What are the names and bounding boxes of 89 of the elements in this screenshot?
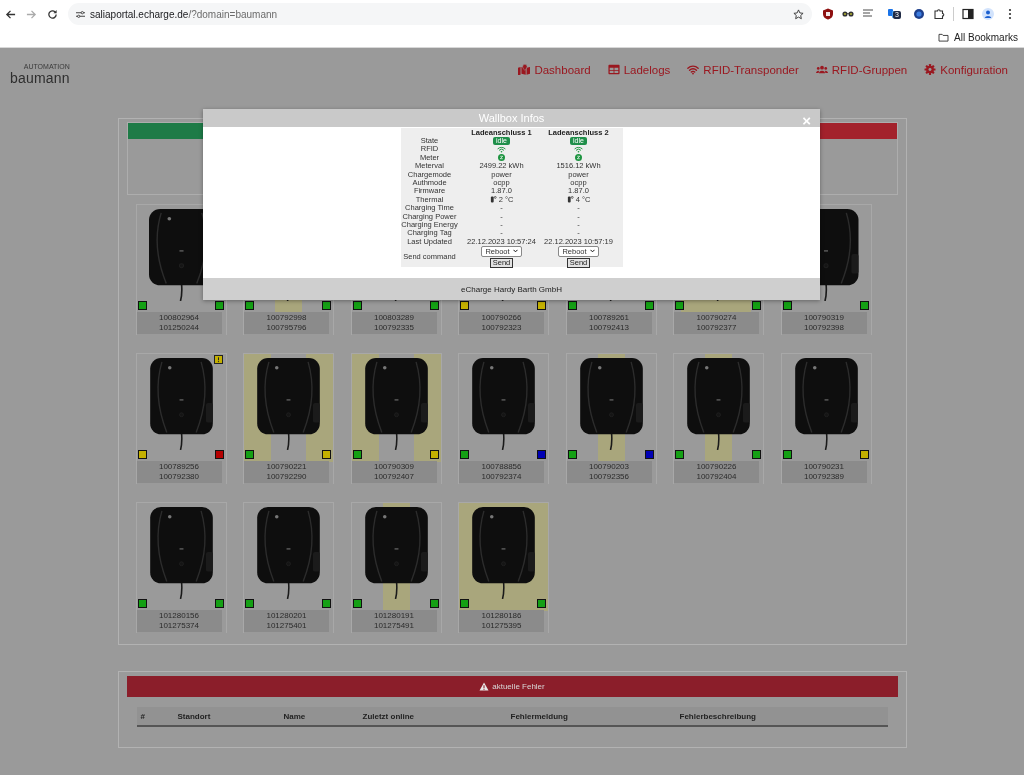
serial-number: 100792374: [481, 472, 522, 482]
warning-triangle-icon: [479, 682, 490, 691]
wallbox-card[interactable]: 100788856 100792374: [458, 353, 549, 484]
caret-icon: [512, 249, 518, 254]
map-marker-icon: [518, 64, 531, 75]
serial-number: 100792290: [266, 472, 307, 482]
users-icon: [815, 64, 828, 75]
table-icon: [607, 64, 620, 75]
serial-number: 100792380: [158, 472, 199, 482]
wallbox-card[interactable]: 101280186 101275395: [458, 502, 549, 633]
wifi-icon: [687, 64, 700, 75]
nav-link[interactable]: Ladelogs: [607, 63, 671, 76]
wallbox-card[interactable]: 100789256 100792380: [135, 353, 227, 484]
wallbox-card[interactable]: 100790309 100792407: [350, 353, 442, 484]
serial-number: 101280201: [266, 611, 307, 621]
circle-icon[interactable]: [913, 8, 925, 20]
back-icon[interactable]: [5, 8, 16, 20]
serial-number: 100792998: [266, 313, 307, 323]
caret-icon: [589, 249, 595, 254]
serial-number: 101275401: [266, 621, 307, 631]
reload-icon[interactable]: [47, 8, 58, 20]
sliders-icon[interactable]: [76, 9, 85, 19]
serial-number: 100790221: [266, 462, 307, 472]
serial-number: 101280186: [481, 611, 522, 621]
column-header[interactable]: Zuletzt online: [358, 711, 507, 721]
serial-number: 100790203: [588, 462, 629, 472]
nav-link[interactable]: RFID-Gruppen: [815, 63, 908, 76]
column-header[interactable]: Fehlerbeschreibung: [675, 711, 888, 721]
wallbox-card[interactable]: 101280201 101275401: [243, 502, 334, 633]
serial-number: 101275395: [481, 621, 522, 631]
wifi-icon: [574, 146, 583, 154]
serial-number: 100792335: [373, 323, 414, 333]
wallbox-card[interactable]: 100790203 100792356: [565, 353, 657, 484]
wallbox-card[interactable]: 101280191 101275491: [350, 502, 442, 633]
serial-number: 100792413: [588, 323, 629, 333]
errors-title: aktuelle Fehler: [492, 682, 545, 691]
footer-text: eCharge Hardy Barth GmbH: [461, 284, 562, 294]
shield-icon[interactable]: [822, 8, 834, 20]
serial-number: 100792356: [588, 472, 629, 482]
nav-link[interactable]: Konfiguration: [924, 63, 1008, 76]
column-header[interactable]: #: [136, 711, 174, 721]
wallbox-card[interactable]: 100790226 100792404: [673, 353, 764, 484]
serial-number: 100803289: [373, 313, 414, 323]
address-bar[interactable]: saliaportal.echarge.de/?domain=baumann: [68, 3, 812, 25]
circle-icon: [498, 154, 505, 162]
serial-number: 101250244: [158, 323, 199, 333]
serial-number: 100802964: [158, 313, 199, 323]
wallbox-card[interactable]: 100790231 100792389: [780, 353, 872, 484]
profile-icon[interactable]: [982, 8, 994, 20]
serial-number: 100790274: [696, 313, 737, 323]
serial-number: 100792377: [696, 323, 737, 333]
serial-number: 101275491: [373, 621, 414, 631]
serial-number: 100790226: [696, 462, 737, 472]
puzzle-icon[interactable]: [933, 8, 945, 20]
url-text[interactable]: saliaportal.echarge.de/?domain=baumann: [90, 8, 278, 20]
serial-number: 100788856: [481, 462, 522, 472]
serial-number: 100792323: [481, 323, 522, 333]
folder-icon: [938, 33, 950, 42]
serial-number: 100792389: [803, 472, 844, 482]
logo-wordmark[interactable]: baumann: [10, 70, 70, 85]
bookmark-star-icon[interactable]: [793, 8, 804, 20]
all-bookmarks-button[interactable]: All Bookmarks: [938, 32, 1018, 43]
serial-number: 101280156: [158, 611, 199, 621]
thermometer-icon: [566, 196, 574, 204]
serial-number: 100789261: [588, 313, 629, 323]
nav-link[interactable]: RFID-Transponder: [687, 63, 799, 76]
sidebar-icon[interactable]: [962, 8, 974, 20]
serial-number: 101280191: [373, 611, 414, 621]
serial-number: 100792404: [696, 472, 737, 482]
settings-icon: [924, 64, 937, 75]
wifi-icon: [497, 146, 506, 154]
serial-number: 100790266: [481, 313, 522, 323]
column-header[interactable]: Fehlermeldung: [506, 711, 676, 721]
wallbox-card[interactable]: 101280156 101275374: [135, 502, 227, 633]
serial-number: 100795796: [266, 323, 307, 333]
nav-link[interactable]: Dashboard: [518, 63, 591, 76]
serial-number: 100792398: [803, 323, 844, 333]
circle-icon: [575, 154, 582, 162]
serial-number: 100792407: [373, 472, 414, 482]
thermometer-icon: [489, 196, 497, 204]
menu-icon[interactable]: [1008, 8, 1012, 20]
wallbox-card[interactable]: 100790221 100792290: [243, 353, 334, 484]
serial-number: 100789256: [158, 462, 199, 472]
serial-number: 100790319: [803, 313, 844, 323]
serial-number: 101275374: [158, 621, 199, 631]
serial-number: 100790231: [803, 462, 844, 472]
column-header[interactable]: Name: [279, 711, 359, 721]
serial-number: 100790309: [373, 462, 414, 472]
column-header[interactable]: Standort: [173, 711, 280, 721]
